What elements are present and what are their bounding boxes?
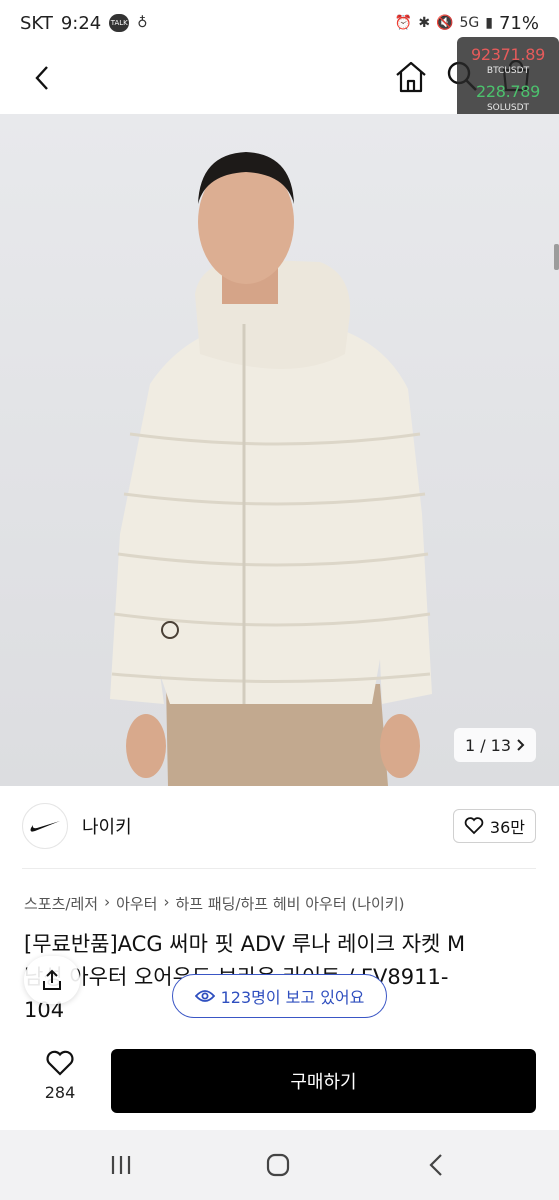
mute-icon: 🔇: [436, 15, 454, 31]
breadcrumb-item[interactable]: 아우터: [116, 893, 157, 914]
gallery-scrollbar[interactable]: [554, 244, 559, 270]
home-icon: [396, 61, 426, 93]
favorite-count: 284: [44, 1083, 76, 1102]
gallery-page-indicator[interactable]: 1 / 13: [454, 728, 536, 762]
product-title-line: [무료반품]ACG 써마 핏 ADV 루나 레이크 자켓 M: [24, 932, 466, 956]
ticker-symbol-btc: BTCUSDT: [486, 66, 530, 76]
brand-name[interactable]: 나이키: [82, 813, 132, 839]
heart-outline-icon: [464, 817, 484, 835]
brand-like-button[interactable]: 36만: [452, 809, 536, 843]
breadcrumb-separator-icon: ›: [163, 893, 170, 911]
system-back-button[interactable]: [424, 1152, 450, 1178]
breadcrumb-separator-icon: ›: [104, 893, 111, 911]
home-button[interactable]: [392, 58, 430, 96]
battery-percent: 71%: [498, 12, 539, 34]
clock: 9:24: [60, 12, 102, 34]
product-image-gallery[interactable]: [0, 114, 559, 786]
system-home-button[interactable]: [265, 1152, 291, 1178]
recents-icon: [111, 1156, 131, 1174]
brand-row: 나이키 36만: [22, 800, 536, 852]
notification-icon: ♁: [137, 15, 148, 31]
carrier-label: SKT: [20, 12, 53, 34]
breadcrumb-item[interactable]: 하프 패딩/하프 헤비 아우터 (나이키): [175, 893, 404, 914]
system-navigation-bar: [0, 1130, 559, 1200]
nike-swoosh-icon: [30, 821, 60, 832]
divider: [22, 868, 536, 869]
favorite-button[interactable]: 284: [30, 1050, 90, 1116]
bluetooth-icon: ✱: [418, 15, 431, 31]
breadcrumb-item[interactable]: 스포츠/레저: [24, 893, 98, 914]
share-button[interactable]: [24, 956, 80, 1004]
eye-icon: [194, 990, 215, 1002]
viewers-count-text: 123명이 보고 있어요: [220, 988, 365, 1007]
breadcrumb: 스포츠/레저 › 아우터 › 하프 패딩/하프 헤비 아우터 (나이키): [24, 893, 405, 914]
network-type: 5G: [459, 15, 480, 31]
back-icon: [429, 1154, 442, 1176]
ticker-symbol-sol: SOLUSDT: [486, 103, 530, 113]
buy-button[interactable]: 구매하기: [111, 1049, 536, 1113]
heart-outline-icon: [46, 1050, 74, 1076]
purchase-bar: 284 구매하기: [0, 1034, 559, 1130]
share-icon: [43, 969, 61, 990]
home-circle-icon: [266, 1153, 290, 1177]
alarm-icon: ⏰: [394, 15, 413, 31]
ticker-price-btc: 92371.89: [471, 45, 545, 64]
ticker-price-sol: 228.789: [475, 82, 541, 101]
product-image: [110, 152, 432, 786]
chevron-right-icon: [517, 739, 525, 751]
back-chevron-icon: [35, 66, 48, 90]
talk-notification-icon: TALK: [109, 14, 130, 32]
signal-icon: ▮: [485, 15, 493, 31]
viewers-count-pill: 123명이 보고 있어요: [172, 974, 387, 1018]
back-button[interactable]: [24, 60, 60, 96]
brand-logo[interactable]: [22, 803, 68, 849]
recents-button[interactable]: [108, 1152, 134, 1178]
page-indicator-text: 1 / 13: [464, 735, 512, 755]
brand-like-count: 36만: [489, 818, 525, 837]
